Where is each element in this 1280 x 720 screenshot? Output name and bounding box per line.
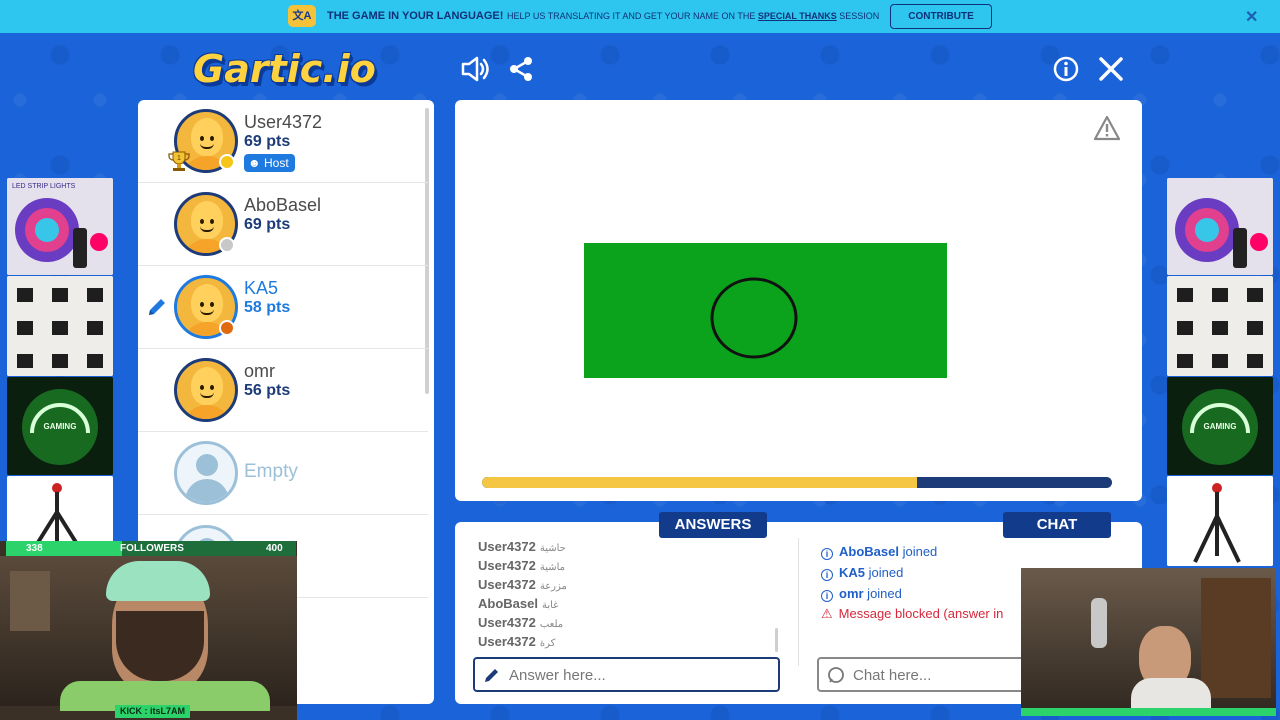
guest-webcam (1021, 568, 1276, 716)
svg-text:LED STRIP LIGHTS: LED STRIP LIGHTS (12, 183, 76, 190)
share-icon[interactable] (508, 56, 534, 82)
player-points: 58 pts (244, 299, 291, 316)
kick-label: KICK : itsL7AM (115, 705, 190, 718)
answer-line: User4372 ملعب (478, 615, 564, 630)
empty-avatar (174, 441, 238, 505)
player-row: KA5 58 pts (138, 266, 428, 349)
answer-line: User4372 حاشية (478, 539, 566, 554)
close-icon[interactable] (1098, 56, 1124, 82)
status-dot (219, 237, 235, 253)
volume-icon[interactable] (460, 55, 490, 83)
player-row: omr 56 pts (138, 349, 428, 432)
host-badge: ☻ Host (244, 154, 295, 172)
status-dot (219, 320, 235, 336)
ad-gaming-lamp[interactable]: GAMING (7, 377, 113, 475)
translation-banner: 文A THE GAME IN YOUR LANGUAGE! HELP US TR… (0, 0, 1280, 33)
pencil-icon (146, 296, 168, 318)
chat-blocked-message: ⚠ Message blocked (answer in (821, 606, 1004, 621)
ad-tripod[interactable] (7, 476, 113, 546)
streamer-webcam: 338 FOLLOWERS 400 KICK : itsL7AM (0, 541, 297, 720)
answer-input[interactable] (509, 665, 729, 685)
warning-icon[interactable] (1093, 115, 1121, 141)
chat-line: i KA5 joined (821, 565, 903, 581)
answers-scrollbar[interactable] (775, 628, 778, 652)
info-icon: i (821, 548, 833, 560)
svg-text:1: 1 (177, 155, 181, 162)
answer-line: AboBasel غابة (478, 596, 559, 611)
chat-line: i AboBasel joined (821, 544, 937, 560)
close-banner-icon[interactable]: ✕ (1245, 7, 1258, 27)
tab-chat[interactable]: CHAT (1003, 512, 1111, 538)
ad-tripod-right[interactable] (1167, 476, 1273, 566)
round-timer-bar (482, 477, 1112, 488)
avatar (174, 358, 238, 422)
chat-input[interactable] (853, 665, 1013, 685)
player-points: 69 pts (244, 216, 291, 233)
player-name: AboBasel (244, 195, 322, 215)
chat-input-box[interactable] (817, 657, 1027, 692)
empty-slot: Empty (138, 432, 428, 515)
info-icon[interactable] (1053, 56, 1079, 82)
drawing-canvas[interactable] (455, 100, 1142, 501)
player-points: 56 pts (244, 382, 291, 399)
contribute-button[interactable]: CONTRIBUTE (890, 4, 992, 29)
svg-text:GAMING: GAMING (44, 422, 77, 431)
player-name: User4372 (244, 112, 323, 132)
crown-icon: ☻ (248, 156, 261, 170)
followers-bar: 338 FOLLOWERS 400 (6, 541, 296, 556)
answer-line: User4372 مزرعة (478, 577, 567, 592)
gartic-logo: Gartic.io (193, 47, 376, 91)
special-thanks-link[interactable]: SPECIAL THANKS (758, 11, 837, 21)
answer-input-box[interactable] (473, 657, 780, 692)
tab-answers[interactable]: ANSWERS (659, 512, 767, 538)
player-points: 69 pts (244, 133, 291, 150)
answer-line: User4372 كرة (478, 634, 556, 649)
player-row: 1 User4372 69 pts ☻ Host (138, 100, 428, 183)
player-name: omr (244, 361, 275, 381)
svg-text:GAMING: GAMING (1204, 422, 1237, 431)
ad-gaming-lamp-right[interactable]: GAMING (1167, 377, 1273, 475)
pencil-icon (483, 666, 501, 689)
ad-wall-lights[interactable] (7, 276, 113, 376)
player-name: KA5 (244, 278, 279, 298)
player-row: AboBasel 69 pts (138, 183, 428, 266)
chat-icon (827, 666, 845, 689)
ad-led-strip-right[interactable] (1167, 178, 1273, 275)
chat-line: i omr joined (821, 586, 902, 602)
warning-icon: ⚠ (821, 606, 833, 621)
ad-led-strip[interactable]: LED STRIP LIGHTS (7, 178, 113, 275)
empty-label: Empty (244, 461, 298, 482)
answer-line: User4372 ماشية (478, 558, 565, 573)
banner-subtitle: HELP US TRANSLATING IT AND GET YOUR NAME… (507, 11, 880, 21)
info-icon: i (821, 590, 833, 602)
trophy-icon: 1 (168, 150, 190, 172)
drawing (584, 243, 947, 378)
banner-title: THE GAME IN YOUR LANGUAGE! (327, 10, 504, 22)
ad-wall-lights-right[interactable] (1167, 276, 1273, 376)
status-dot (219, 154, 235, 170)
info-icon: i (821, 569, 833, 581)
translate-icon: 文A (288, 5, 316, 27)
